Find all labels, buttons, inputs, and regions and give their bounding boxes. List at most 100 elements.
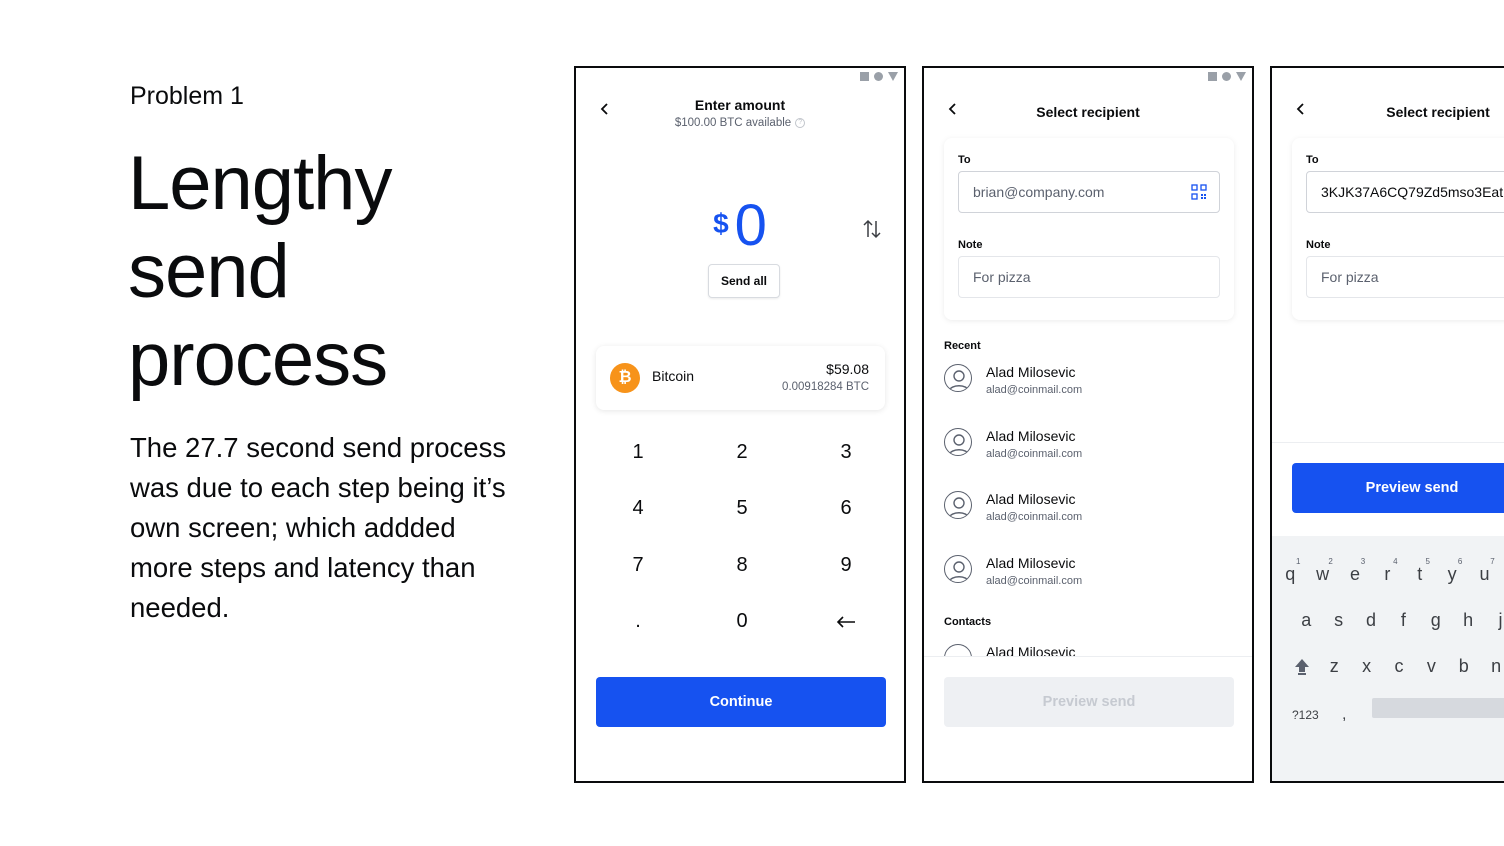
key-c[interactable]: c [1383, 656, 1415, 677]
keypad-key-4[interactable]: 4 [586, 481, 690, 538]
keyboard-row-3: z x c v b n [1286, 656, 1504, 677]
key-u[interactable]: 7u [1468, 557, 1500, 585]
key-s[interactable]: s [1322, 610, 1354, 631]
recent-recipient-item[interactable]: Alad Milosevic alad@coinmail.com [944, 364, 1234, 428]
keyboard-row-2: a s d f g h j [1290, 610, 1504, 631]
status-triangle-icon [1236, 72, 1246, 81]
key-h[interactable]: h [1452, 610, 1484, 631]
swap-currency-icon[interactable] [862, 218, 882, 240]
screen-title: Select recipient [1036, 104, 1140, 120]
slide-headline: Lengthy send process [128, 141, 392, 402]
numeric-keypad: 1 2 3 4 5 6 7 8 9 . 0 [586, 424, 898, 650]
note-label: Note [1306, 239, 1331, 251]
keypad-key-7[interactable]: 7 [586, 537, 690, 594]
keypad-key-5[interactable]: 5 [690, 481, 794, 538]
key-x[interactable]: x [1350, 656, 1382, 677]
recipient-email: alad@coinmail.com [986, 511, 1083, 523]
recent-recipient-item[interactable]: Alad Milosevic alad@coinmail.com [944, 427, 1234, 492]
note-label: Note [958, 239, 983, 251]
key-d[interactable]: d [1355, 610, 1387, 631]
keypad-key-2[interactable]: 2 [690, 424, 794, 481]
footer-bar: Preview send [924, 656, 1252, 781]
keypad-key-8[interactable]: 8 [690, 537, 794, 594]
key-n[interactable]: n [1480, 656, 1504, 677]
comma-key[interactable]: , [1342, 706, 1346, 724]
continue-button[interactable]: Continue [596, 677, 886, 727]
recipient-name: Alad Milosevic [986, 491, 1076, 507]
key-t[interactable]: 5t [1404, 557, 1436, 585]
eyebrow-label: Problem 1 [130, 82, 244, 110]
recipient-name: Alad Milosevic [986, 427, 1076, 444]
screen-title: Select recipient [1386, 104, 1490, 120]
preview-send-button[interactable]: Preview send [1292, 463, 1504, 513]
symbols-key[interactable]: ?123 [1292, 708, 1319, 722]
recipient-form-card: To 3KJK37A6CQ79Zd5mso3Eat Note For pizza [1292, 138, 1504, 320]
key-r[interactable]: 4r [1371, 557, 1403, 585]
phone-enter-amount: Enter amount $100.00 BTC available? $0 S… [574, 66, 906, 783]
divider [1272, 442, 1504, 443]
info-icon[interactable]: ? [795, 117, 806, 128]
send-all-button[interactable]: Send all [708, 264, 780, 298]
soft-keyboard: 1q 2w 3e 4r 5t 6y 7u a s d f g h j z x c… [1272, 536, 1504, 781]
status-bar [1208, 72, 1246, 81]
key-w[interactable]: 2w [1306, 557, 1338, 585]
shift-icon[interactable] [1286, 656, 1318, 676]
backspace-icon[interactable] [794, 594, 898, 651]
keypad-key-1[interactable]: 1 [586, 424, 690, 481]
recipient-name: Alad Milosevic [986, 364, 1076, 380]
to-label: To [958, 154, 971, 166]
keypad-key-9[interactable]: 9 [794, 537, 898, 594]
available-balance: $100.00 BTC available? [576, 117, 904, 129]
asset-usd-balance: $59.08 [826, 361, 869, 377]
recent-label: Recent [944, 340, 981, 352]
note-input[interactable]: For pizza [958, 256, 1220, 298]
phone-select-recipient: Select recipient To brian@company.com No… [922, 66, 1254, 783]
recipient-email: alad@coinmail.com [986, 574, 1083, 587]
key-v[interactable]: v [1415, 656, 1447, 677]
keyboard-row-1: 1q 2w 3e 4r 5t 6y 7u [1274, 557, 1501, 585]
status-square-icon [1208, 72, 1217, 81]
recent-recipients-list: Alad Milosevic alad@coinmail.com Alad Mi… [944, 364, 1234, 618]
to-input[interactable]: brian@company.com [958, 171, 1220, 213]
recipient-form-card: To brian@company.com Note For pizza [944, 138, 1234, 320]
key-g[interactable]: g [1420, 610, 1452, 631]
key-j[interactable]: j [1484, 610, 1504, 631]
status-circle-icon [1222, 72, 1231, 81]
recipient-name: Alad Milosevic [986, 554, 1076, 571]
asset-btc-balance: 0.00918284 BTC [782, 381, 869, 393]
status-triangle-icon [888, 72, 898, 81]
key-q[interactable]: 1q [1274, 557, 1306, 585]
user-avatar-icon [944, 364, 972, 392]
keypad-key-0[interactable]: 0 [690, 594, 794, 651]
recipient-email: alad@coinmail.com [986, 384, 1083, 396]
note-input[interactable]: For pizza [1306, 256, 1504, 298]
status-bar [860, 72, 898, 81]
qr-code-icon[interactable] [1191, 184, 1207, 200]
preview-send-button[interactable]: Preview send [944, 677, 1234, 727]
to-label: To [1306, 154, 1319, 166]
to-input[interactable]: 3KJK37A6CQ79Zd5mso3Eat [1306, 171, 1504, 213]
recent-recipient-item[interactable]: Alad Milosevic alad@coinmail.com [944, 491, 1234, 555]
user-avatar-icon [944, 491, 972, 519]
status-square-icon [860, 72, 869, 81]
asset-selector[interactable]: ₿ Bitcoin $59.08 0.00918284 BTC [596, 346, 885, 410]
spacebar-key[interactable] [1372, 698, 1504, 718]
key-f[interactable]: f [1387, 610, 1419, 631]
user-avatar-icon [944, 554, 972, 583]
asset-name: Bitcoin [652, 368, 695, 384]
key-y[interactable]: 6y [1436, 557, 1468, 585]
key-b[interactable]: b [1448, 656, 1480, 677]
status-circle-icon [874, 72, 883, 81]
phone-select-recipient-keyboard: Select recipient To 3KJK37A6CQ79Zd5mso3E… [1270, 66, 1504, 783]
keypad-key-6[interactable]: 6 [794, 481, 898, 538]
amount-value: 0 [734, 193, 767, 258]
key-z[interactable]: z [1318, 656, 1350, 677]
keypad-key-3[interactable]: 3 [794, 424, 898, 481]
keypad-key-decimal[interactable]: . [586, 594, 690, 651]
contacts-label: Contacts [944, 616, 992, 628]
screen-title: Enter amount [694, 97, 786, 113]
bitcoin-icon: ₿ [610, 363, 640, 393]
recent-recipient-item[interactable]: Alad Milosevic alad@coinmail.com [944, 554, 1234, 619]
key-e[interactable]: 3e [1339, 557, 1371, 585]
key-a[interactable]: a [1290, 610, 1322, 631]
